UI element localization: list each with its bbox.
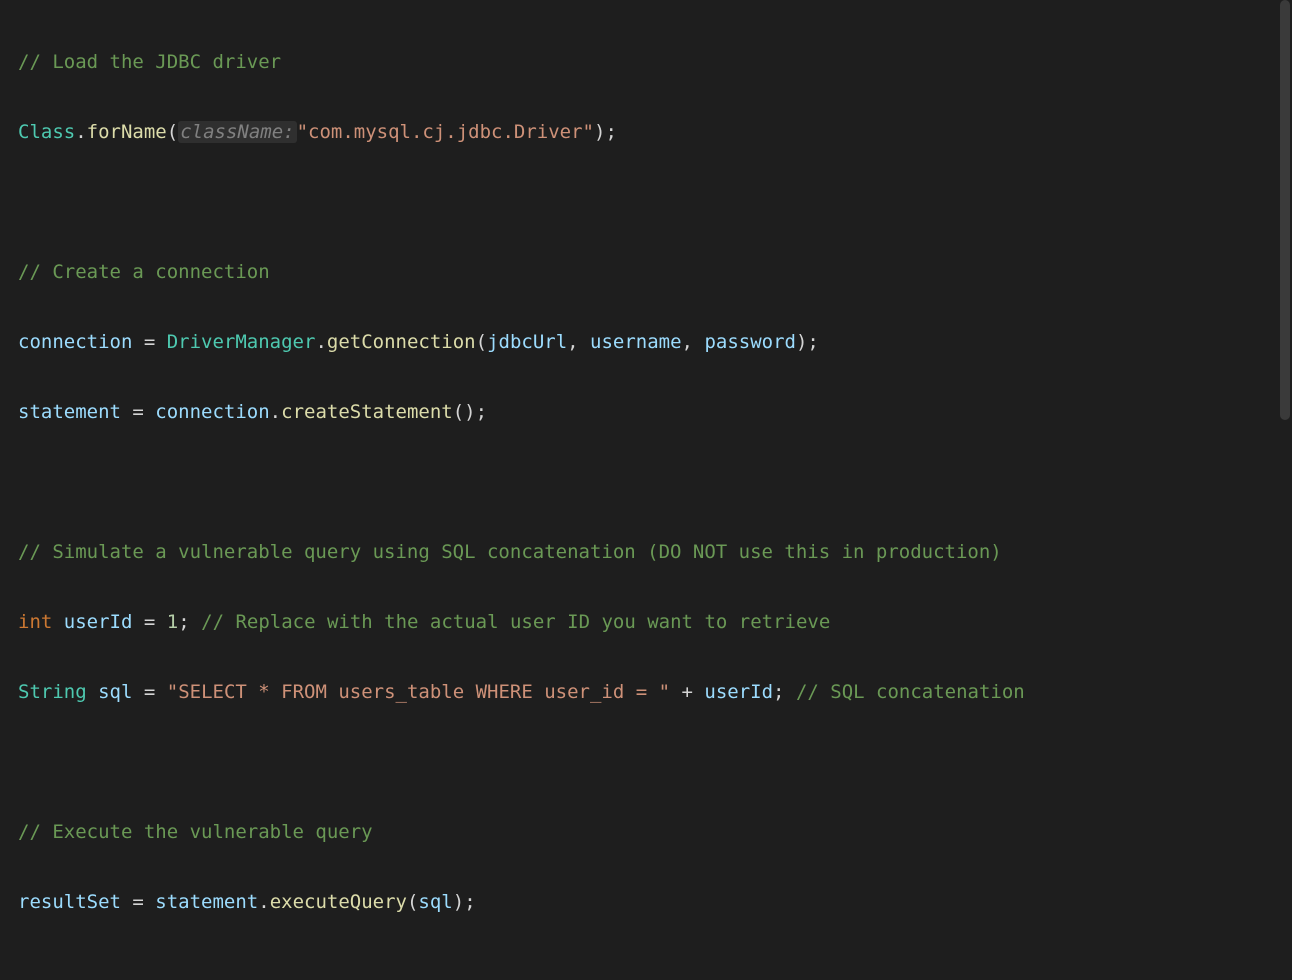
variable: statement — [18, 401, 121, 423]
blank-line — [18, 185, 1260, 220]
code-line: // Create a connection — [18, 255, 1260, 290]
scrollbar-thumb[interactable] — [1280, 0, 1290, 420]
comment: // SQL concatenation — [796, 681, 1025, 703]
vertical-scrollbar[interactable] — [1278, 0, 1292, 980]
code-editor[interactable]: // Load the JDBC driver Class.forName(cl… — [0, 0, 1278, 980]
param-hint: className: — [178, 121, 296, 143]
blank-line — [18, 465, 1260, 500]
class-ref: Class — [18, 121, 75, 143]
variable: connection — [18, 331, 132, 353]
comment: // Replace with the actual user ID you w… — [201, 611, 830, 633]
code-line: String sql = "SELECT * FROM users_table … — [18, 675, 1260, 710]
code-line: resultSet = statement.executeQuery(sql); — [18, 885, 1260, 920]
type-ref: String — [18, 681, 87, 703]
variable: sql — [418, 891, 452, 913]
comment: // Create a connection — [18, 261, 270, 283]
class-ref: DriverManager — [167, 331, 316, 353]
code-line: int userId = 1; // Replace with the actu… — [18, 605, 1260, 640]
variable: password — [704, 331, 796, 353]
variable: userId — [704, 681, 773, 703]
variable: connection — [155, 401, 269, 423]
variable: userId — [64, 611, 133, 633]
method-call: forName — [87, 121, 167, 143]
method-call: executeQuery — [270, 891, 407, 913]
variable: resultSet — [18, 891, 121, 913]
method-call: createStatement — [281, 401, 453, 423]
code-line: // Load the JDBC driver — [18, 45, 1260, 80]
variable: jdbcUrl — [487, 331, 567, 353]
code-line: // Simulate a vulnerable query using SQL… — [18, 535, 1260, 570]
comment: // Load the JDBC driver — [18, 51, 281, 73]
variable: statement — [155, 891, 258, 913]
variable: username — [590, 331, 682, 353]
code-line: Class.forName(className:"com.mysql.cj.jd… — [18, 115, 1260, 150]
blank-line — [18, 955, 1260, 980]
code-line: connection = DriverManager.getConnection… — [18, 325, 1260, 360]
code-line: statement = connection.createStatement()… — [18, 395, 1260, 430]
comment: // Execute the vulnerable query — [18, 821, 373, 843]
keyword: int — [18, 611, 52, 633]
comment: // Simulate a vulnerable query using SQL… — [18, 541, 1002, 563]
variable: sql — [98, 681, 132, 703]
number-literal: 1 — [167, 611, 178, 633]
string-literal: "SELECT * FROM users_table WHERE user_id… — [167, 681, 670, 703]
blank-line — [18, 745, 1260, 780]
string-literal: "com.mysql.cj.jdbc.Driver" — [297, 121, 594, 143]
code-line: // Execute the vulnerable query — [18, 815, 1260, 850]
method-call: getConnection — [327, 331, 476, 353]
